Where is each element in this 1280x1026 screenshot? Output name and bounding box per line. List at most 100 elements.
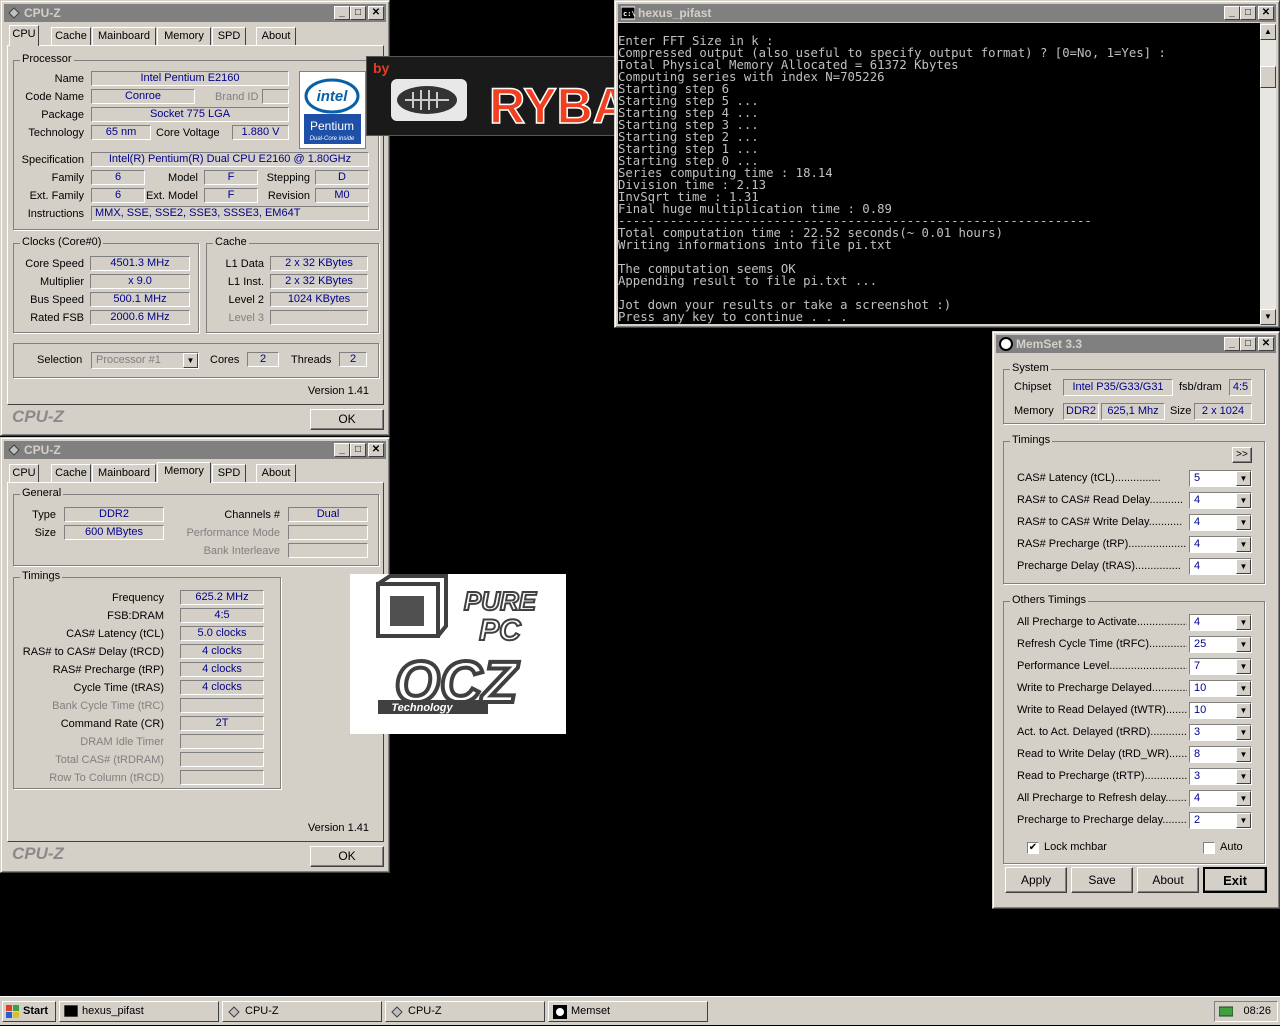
group-title: General (20, 487, 64, 499)
pentium-text: Pentium (310, 119, 354, 133)
lock-mchbar-label: Lock mchbar (1044, 841, 1107, 853)
spec-value: Intel(R) Pentium(R) Dual CPU E2160 @ 1.8… (91, 152, 369, 167)
tray-icon[interactable] (1218, 1005, 1234, 1025)
chevron-down-icon[interactable]: ▼ (1236, 471, 1251, 486)
expand-button[interactable]: >> (1232, 447, 1252, 463)
apply-button[interactable]: Apply (1005, 867, 1067, 893)
ok-button[interactable]: OK (310, 409, 384, 430)
chevron-down-icon[interactable]: ▼ (1236, 637, 1251, 652)
chevron-down-icon[interactable]: ▼ (1236, 769, 1251, 784)
scroll-up-icon[interactable]: ▲ (1260, 24, 1276, 40)
close-button[interactable]: ✕ (368, 6, 384, 20)
tab-spd[interactable]: SPD (212, 464, 246, 482)
spec-label: Specification (21, 154, 84, 166)
taskbar-item-memset[interactable]: Memset (548, 1001, 708, 1022)
minimize-button[interactable]: _ (1224, 337, 1240, 351)
system-tray: 08:26 (1214, 1001, 1278, 1022)
tab-memory[interactable]: Memory (157, 27, 211, 45)
chevron-down-icon[interactable]: ▼ (1236, 493, 1251, 508)
tab-spd[interactable]: SPD (212, 27, 246, 45)
memset-timing-select[interactable]: 4 ▼ (1189, 558, 1252, 575)
tab-mainboard[interactable]: Mainboard (92, 27, 156, 45)
tab-cache[interactable]: Cache (51, 27, 91, 45)
chevron-down-icon[interactable]: ▼ (1236, 747, 1251, 762)
chevron-down-icon[interactable]: ▼ (1236, 515, 1251, 530)
taskbar-item-hexus-pifast[interactable]: hexus_pifast (59, 1001, 219, 1022)
chevron-down-icon[interactable]: ▼ (1236, 681, 1251, 696)
chevron-down-icon[interactable]: ▼ (1236, 791, 1251, 806)
exit-button[interactable]: Exit (1203, 867, 1267, 893)
chevron-down-icon[interactable]: ▼ (1236, 725, 1251, 740)
close-button[interactable]: ✕ (368, 443, 384, 457)
chevron-down-icon[interactable]: ▼ (1236, 659, 1251, 674)
memset-timing-select[interactable]: 5 ▼ (1189, 470, 1252, 487)
console-scrollbar[interactable]: ▲ ▼ (1260, 24, 1276, 325)
memset-timing-select[interactable]: 25 ▼ (1189, 636, 1252, 653)
memset-titlebar[interactable]: MemSet 3.3 _ □ ✕ (996, 335, 1276, 353)
memset-timing-select[interactable]: 8 ▼ (1189, 746, 1252, 763)
memset-timing-select[interactable]: 4 ▼ (1189, 492, 1252, 509)
lock-mchbar-checkbox[interactable]: ✔ (1027, 842, 1039, 854)
timing-label: Cycle Time (tRAS) (73, 682, 164, 694)
save-button[interactable]: Save (1071, 867, 1133, 893)
corespeed-value: 4501.3 MHz (90, 256, 190, 271)
memset-timing-select[interactable]: 2 ▼ (1189, 812, 1252, 829)
scroll-down-icon[interactable]: ▼ (1260, 309, 1276, 325)
processor-select[interactable]: Processor #1 ▼ (91, 352, 199, 369)
about-button[interactable]: About (1137, 867, 1199, 893)
memset-timing-label: Read to Precharge (tRTP)................… (1017, 770, 1187, 782)
tab-memory[interactable]: Memory (157, 462, 211, 483)
memset-timing-select[interactable]: 10 ▼ (1189, 680, 1252, 697)
maximize-button[interactable]: □ (1240, 337, 1256, 351)
minimize-button[interactable]: _ (334, 6, 350, 20)
memset-timing-select[interactable]: 4 ▼ (1189, 536, 1252, 553)
console-titlebar[interactable]: c:\ hexus_pifast _ □ ✕ (618, 4, 1276, 22)
tab-about[interactable]: About (256, 27, 296, 45)
cores-value: 2 (247, 352, 279, 367)
tab-cpu[interactable]: CPU (9, 464, 39, 482)
chevron-down-icon[interactable]: ▼ (183, 353, 198, 368)
memset-timing-select[interactable]: 10 ▼ (1189, 702, 1252, 719)
instructions-label: Instructions (27, 208, 84, 220)
maximize-button[interactable]: □ (350, 6, 366, 20)
timing-value (180, 770, 264, 785)
cpuz-titlebar[interactable]: CPU-Z _ □ ✕ (4, 4, 386, 22)
ok-button[interactable]: OK (310, 846, 384, 867)
minimize-button[interactable]: _ (334, 443, 350, 457)
tab-mainboard[interactable]: Mainboard (92, 464, 156, 482)
console-output[interactable]: Enter FFT Size in k : Compressed output (… (618, 23, 1260, 324)
taskbar-item-cpuz[interactable]: CPU-Z (385, 1001, 545, 1022)
memset-timing-label: RAS# to CAS# Write Delay........... (1017, 516, 1183, 528)
auto-checkbox[interactable] (1203, 842, 1215, 854)
memset-timing-select[interactable]: 3 ▼ (1189, 724, 1252, 741)
memset-timing-select[interactable]: 7 ▼ (1189, 658, 1252, 675)
extfamily-label: Ext. Family (29, 190, 84, 202)
memset-timing-select[interactable]: 3 ▼ (1189, 768, 1252, 785)
windows-logo-icon (6, 1005, 20, 1026)
start-button[interactable]: Start (2, 1001, 56, 1022)
memset-timing-value: 2 (1194, 814, 1201, 826)
tab-cpu[interactable]: CPU (9, 25, 39, 46)
chevron-down-icon[interactable]: ▼ (1236, 703, 1251, 718)
tab-cache[interactable]: Cache (51, 464, 91, 482)
chevron-down-icon[interactable]: ▼ (1236, 615, 1251, 630)
chevron-down-icon[interactable]: ▼ (1236, 537, 1251, 552)
memory-label: Memory (1014, 405, 1054, 417)
close-button[interactable]: ✕ (1258, 337, 1274, 351)
memset-timing-label: CAS# Latency (tCL)............... (1017, 472, 1161, 484)
scroll-thumb[interactable] (1260, 66, 1276, 88)
maximize-button[interactable]: □ (350, 443, 366, 457)
taskbar-item-cpuz[interactable]: CPU-Z (222, 1001, 382, 1022)
chevron-down-icon[interactable]: ▼ (1236, 813, 1251, 828)
clocks-group: Clocks (Core#0) Core Speed 4501.3 MHz Mu… (13, 236, 199, 333)
maximize-button[interactable]: □ (1240, 6, 1256, 20)
cpuz-titlebar[interactable]: CPU-Z _ □ ✕ (4, 441, 386, 459)
memset-timing-select[interactable]: 4 ▼ (1189, 790, 1252, 807)
taskbar-item-label: CPU-Z (408, 1005, 442, 1017)
memset-timing-select[interactable]: 4 ▼ (1189, 614, 1252, 631)
tab-about[interactable]: About (256, 464, 296, 482)
memset-timing-select[interactable]: 4 ▼ (1189, 514, 1252, 531)
chevron-down-icon[interactable]: ▼ (1236, 559, 1251, 574)
close-button[interactable]: ✕ (1258, 6, 1274, 20)
minimize-button[interactable]: _ (1224, 6, 1240, 20)
